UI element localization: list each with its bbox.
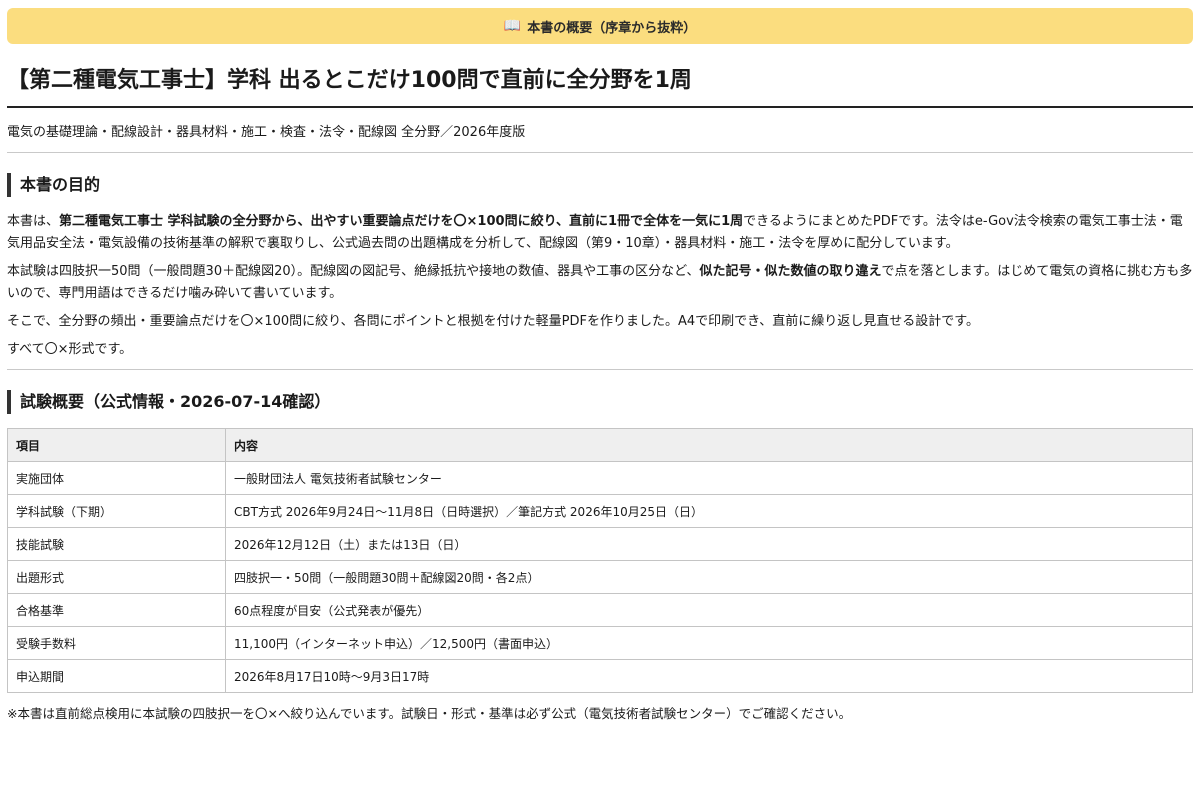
- table-header-item: 項目: [7, 428, 226, 462]
- exam-heading: 試験概要（公式情報・2026-07-14確認）: [7, 390, 1193, 414]
- banner-text: 本書の概要（序章から抜粋）: [527, 20, 697, 36]
- page-title: 【第二種電気工事士】学科 出るとこだけ100問で直前に全分野を1周: [7, 66, 1193, 108]
- row-value: CBT方式 2026年9月24日～11月8日（日時選択）／筆記方式 2026年1…: [225, 494, 1193, 528]
- table-row: 出題形式 四肢択一・50問（一般問題30問＋配線図20問・各2点）: [7, 560, 1193, 594]
- row-value: 2026年8月17日10時～9月3日17時: [225, 659, 1193, 693]
- purpose-body: 本書は、第二種電気工事士 学科試験の全分野から、出やすい重要論点だけを〇×100…: [7, 211, 1193, 370]
- row-value: 四肢択一・50問（一般問題30問＋配線図20問・各2点）: [225, 560, 1193, 594]
- purpose-paragraph-1: 本書は、第二種電気工事士 学科試験の全分野から、出やすい重要論点だけを〇×100…: [7, 211, 1193, 255]
- purpose-paragraph-2: 本試験は四肢択一50問（一般問題30＋配線図20）。配線図の図記号、絶縁抵抗や接…: [7, 261, 1193, 305]
- row-label: 実施団体: [7, 461, 226, 495]
- purpose-p2-emphasis: 似た記号・似た数値の取り違え: [699, 264, 882, 279]
- row-value: 60点程度が目安（公式発表が優先）: [225, 593, 1193, 627]
- table-row: 学科試験（下期） CBT方式 2026年9月24日～11月8日（日時選択）／筆記…: [7, 494, 1193, 528]
- table-row: 合格基準 60点程度が目安（公式発表が優先）: [7, 593, 1193, 627]
- table-row: 実施団体 一般財団法人 電気技術者試験センター: [7, 461, 1193, 495]
- purpose-paragraph-3: そこで、全分野の頻出・重要論点だけを〇×100問に絞り、各問にポイントと根拠を付…: [7, 314, 979, 329]
- table-header-row: 項目 内容: [7, 428, 1193, 462]
- table-header-content: 内容: [225, 428, 1193, 462]
- purpose-p1-emphasis: 第二種電気工事士 学科試験の全分野から、出やすい重要論点だけを〇×100問に絞り…: [59, 214, 744, 229]
- footnote: ※本書は直前総点検用に本試験の四肢択一を〇×へ絞り込んでいます。試験日・形式・基…: [7, 706, 852, 721]
- row-value: 2026年12月12日（土）または13日（日）: [225, 527, 1193, 561]
- purpose-heading: 本書の目的: [7, 173, 1193, 197]
- table-row: 申込期間 2026年8月17日10時～9月3日17時: [7, 659, 1193, 693]
- row-label: 技能試験: [7, 527, 226, 561]
- row-value: 11,100円（インターネット申込）／12,500円（書面申込）: [225, 626, 1193, 660]
- summary-banner: 📖 本書の概要（序章から抜粋）: [7, 8, 1193, 44]
- page-subtitle: 電気の基礎理論・配線設計・器具材料・施工・検査・法令・配線図 全分野／2026年…: [7, 108, 1193, 153]
- purpose-p1-text-a: 本書は、: [7, 214, 60, 229]
- row-label: 受験手数料: [7, 626, 226, 660]
- document-page: 📖 本書の概要（序章から抜粋） 【第二種電気工事士】学科 出るとこだけ100問で…: [7, 8, 1193, 723]
- row-label: 学科試験（下期）: [7, 494, 226, 528]
- row-label: 合格基準: [7, 593, 226, 627]
- purpose-paragraph-4: すべて〇×形式です。: [7, 342, 133, 357]
- row-value: 一般財団法人 電気技術者試験センター: [225, 461, 1193, 495]
- purpose-p2-text-a: 本試験は四肢択一50問（一般問題30＋配線図20）。配線図の図記号、絶縁抵抗や接…: [7, 264, 700, 279]
- book-icon: 📖: [503, 18, 522, 34]
- exam-info-table: 項目 内容 実施団体 一般財団法人 電気技術者試験センター 学科試験（下期） C…: [7, 428, 1193, 693]
- row-label: 申込期間: [7, 659, 226, 693]
- table-row: 技能試験 2026年12月12日（土）または13日（日）: [7, 527, 1193, 561]
- table-row: 受験手数料 11,100円（インターネット申込）／12,500円（書面申込）: [7, 626, 1193, 660]
- row-label: 出題形式: [7, 560, 226, 594]
